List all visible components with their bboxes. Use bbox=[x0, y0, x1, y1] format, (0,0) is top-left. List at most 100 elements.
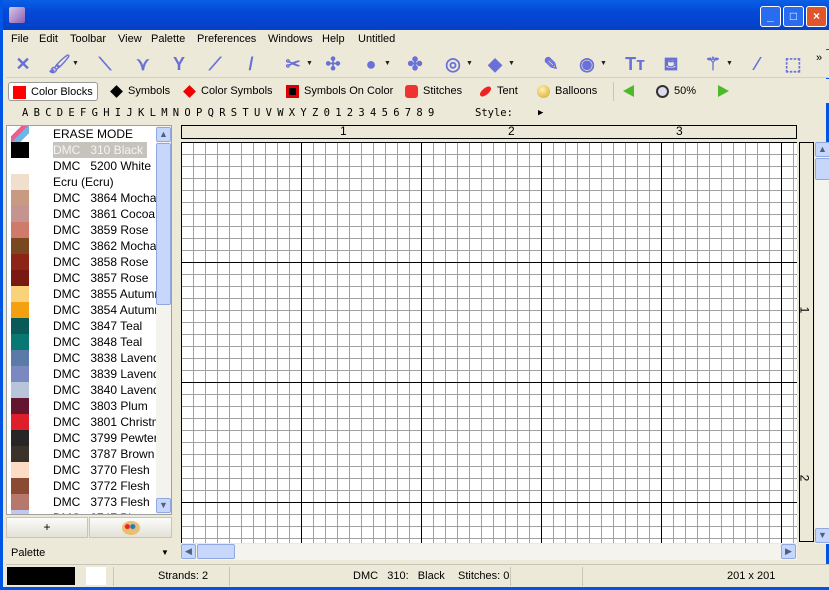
symbol-Q[interactable]: Q bbox=[208, 107, 214, 119]
symbol-R[interactable]: R bbox=[219, 107, 225, 119]
symbol-S[interactable]: S bbox=[231, 107, 237, 119]
dropdown-arrow-icon[interactable]: ▼ bbox=[466, 60, 473, 67]
scroll-up-button[interactable]: ▲ bbox=[815, 142, 829, 157]
stitches-button[interactable]: Stitches bbox=[401, 82, 462, 101]
palette-item[interactable]: DMC 310 Black bbox=[7, 142, 157, 158]
palette-item[interactable]: DMC 3747 Blue bbox=[7, 510, 157, 514]
symbol-O[interactable]: O bbox=[184, 107, 190, 119]
palette-item[interactable]: DMC 3858 Rose bbox=[7, 254, 157, 270]
symbol-8[interactable]: 8 bbox=[416, 107, 422, 119]
menu-preferences[interactable]: Preferences bbox=[197, 33, 256, 45]
eye-icon[interactable]: ◉ bbox=[576, 54, 598, 74]
symbol-E[interactable]: E bbox=[68, 107, 74, 119]
symbols-button[interactable]: Symbols bbox=[106, 82, 170, 101]
dropdown-arrow-icon[interactable]: ▼ bbox=[306, 60, 313, 67]
pattern-icon[interactable]: ✤ bbox=[404, 54, 426, 74]
symbol-5[interactable]: 5 bbox=[382, 107, 388, 119]
symbols-on-color-button[interactable]: Symbols On Color bbox=[282, 82, 393, 101]
erase-mode-item[interactable]: ERASE MODE bbox=[7, 126, 157, 142]
palette-item[interactable]: DMC 3859 Rose bbox=[7, 222, 157, 238]
symbol-Z[interactable]: Z bbox=[312, 107, 318, 119]
menu-edit[interactable]: Edit bbox=[39, 33, 58, 45]
symbol-X[interactable]: X bbox=[289, 107, 295, 119]
scroll-thumb[interactable] bbox=[197, 544, 235, 559]
palette-item[interactable]: DMC 3803 Plum bbox=[7, 398, 157, 414]
symbol-2[interactable]: 2 bbox=[347, 107, 353, 119]
palette-item[interactable]: DMC 3799 Pewter bbox=[7, 430, 157, 446]
palette-item[interactable]: DMC 3848 Teal bbox=[7, 334, 157, 350]
canvas-vscrollbar[interactable]: ▲ ▼ bbox=[815, 142, 829, 544]
symbol-L[interactable]: L bbox=[150, 107, 156, 119]
symbol-U[interactable]: U bbox=[254, 107, 260, 119]
symbol-J[interactable]: J bbox=[126, 107, 132, 119]
shapes-icon[interactable]: ◆ bbox=[484, 54, 506, 74]
stitch-canvas[interactable] bbox=[181, 142, 797, 543]
symbol-7[interactable]: 7 bbox=[405, 107, 411, 119]
zoom-out-arrow-icon[interactable] bbox=[623, 85, 634, 97]
dropdown-arrow-icon[interactable]: ▼ bbox=[384, 60, 391, 67]
menu-palette[interactable]: Palette bbox=[151, 33, 185, 45]
palette-scrollbar[interactable]: ▲ ▼ bbox=[156, 126, 171, 514]
symbol-D[interactable]: D bbox=[57, 107, 63, 119]
maximize-button[interactable]: □ bbox=[783, 6, 804, 27]
symbol-0[interactable]: 0 bbox=[324, 107, 330, 119]
zoom-level[interactable]: 50% bbox=[652, 82, 696, 101]
symbol-W[interactable]: W bbox=[277, 107, 283, 119]
symbol-6[interactable]: 6 bbox=[393, 107, 399, 119]
symbol-1[interactable]: 1 bbox=[335, 107, 341, 119]
palette-item[interactable]: DMC 3855 Autumn bbox=[7, 286, 157, 302]
symbol-G[interactable]: G bbox=[92, 107, 98, 119]
menu-windows[interactable]: Windows bbox=[268, 33, 313, 45]
symbol-N[interactable]: N bbox=[173, 107, 179, 119]
palette-item[interactable]: Ecru (Ecru) bbox=[7, 174, 157, 190]
menu-file[interactable]: File bbox=[11, 33, 29, 45]
half-stitch-reverse-icon[interactable]: ⟋ bbox=[204, 54, 226, 74]
cross-variant-icon[interactable]: ✂ bbox=[282, 54, 304, 74]
palette-item[interactable]: DMC 3839 Lavender bbox=[7, 366, 157, 382]
symbol-T[interactable]: T bbox=[242, 107, 248, 119]
palette-item[interactable]: DMC 3840 Lavender bbox=[7, 382, 157, 398]
menu-help[interactable]: Help bbox=[322, 33, 345, 45]
add-color-button[interactable]: + bbox=[6, 517, 88, 538]
close-button[interactable]: × bbox=[806, 6, 827, 27]
button-icon[interactable]: ◎ bbox=[442, 54, 464, 74]
palette-item[interactable]: DMC 3838 Lavender bbox=[7, 350, 157, 366]
toolbar-overflow-button[interactable]: » bbox=[816, 52, 822, 64]
full-stitch-icon[interactable]: ✕ bbox=[12, 54, 34, 74]
bead-icon[interactable]: ● bbox=[360, 54, 382, 74]
color-blocks-button[interactable]: Color Blocks bbox=[8, 82, 98, 101]
fill-bucket-icon[interactable]: ⛾ bbox=[660, 54, 682, 74]
symbol-I[interactable]: I bbox=[115, 107, 121, 119]
menu-view[interactable]: View bbox=[118, 33, 142, 45]
half-stitch-icon[interactable]: ⟍ bbox=[94, 54, 116, 74]
palette-editor-button[interactable] bbox=[89, 517, 172, 538]
scroll-up-button[interactable]: ▲ bbox=[156, 127, 171, 142]
palette-item[interactable]: DMC 3772 Flesh bbox=[7, 478, 157, 494]
palette-item[interactable]: DMC 3857 Rose bbox=[7, 270, 157, 286]
text-icon[interactable]: Tт bbox=[624, 54, 646, 74]
select-rect-icon[interactable]: ⬚ bbox=[782, 54, 804, 74]
palette-item[interactable]: DMC 3847 Teal bbox=[7, 318, 157, 334]
backstitch-icon[interactable]: / bbox=[240, 54, 262, 74]
scroll-right-button[interactable]: ▶ bbox=[781, 544, 796, 559]
palette-item[interactable]: DMC 5200 White bbox=[7, 158, 157, 174]
menu-untitled[interactable]: Untitled bbox=[358, 33, 395, 45]
magic-wand-icon[interactable]: ⚚ bbox=[702, 54, 724, 74]
palette-item[interactable]: DMC 3854 Autumn bbox=[7, 302, 157, 318]
symbol-P[interactable]: P bbox=[196, 107, 202, 119]
symbol-M[interactable]: M bbox=[161, 107, 167, 119]
palette-item[interactable]: DMC 3801 Christmas bbox=[7, 414, 157, 430]
symbol-9[interactable]: 9 bbox=[428, 107, 434, 119]
dropdown-arrow-icon[interactable]: ▼ bbox=[508, 60, 515, 67]
palette-selector[interactable]: Palette ▼ bbox=[6, 543, 172, 563]
three-quarter-stitch-icon[interactable]: Y bbox=[168, 54, 190, 74]
symbol-F[interactable]: F bbox=[80, 107, 86, 119]
color-symbols-button[interactable]: Color Symbols bbox=[179, 82, 273, 101]
palette-item[interactable]: DMC 3861 Cocoa bbox=[7, 206, 157, 222]
eyedropper-icon[interactable]: ⁄ bbox=[746, 54, 768, 74]
palette-item[interactable]: DMC 3770 Flesh bbox=[7, 462, 157, 478]
background-color-swatch[interactable] bbox=[86, 567, 106, 585]
symbol-Y[interactable]: Y bbox=[300, 107, 306, 119]
foreground-color-swatch[interactable] bbox=[7, 567, 75, 585]
canvas-hscrollbar[interactable]: ◀ ▶ bbox=[181, 544, 797, 560]
